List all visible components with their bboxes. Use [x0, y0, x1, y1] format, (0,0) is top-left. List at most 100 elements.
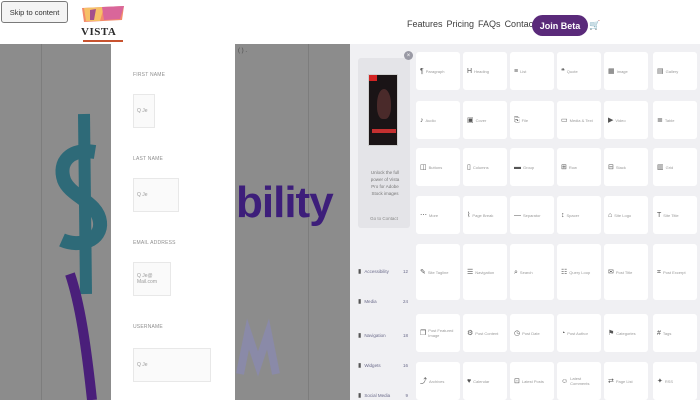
block-icon: ☰	[467, 268, 474, 276]
block-label: Spacer	[566, 212, 580, 218]
block-card[interactable]: ▶ Video	[604, 101, 648, 139]
block-card[interactable]: H Heading	[463, 52, 507, 90]
block-icon: ▯	[467, 163, 471, 171]
block-card[interactable]: ↕ Spacer	[557, 196, 601, 234]
block-card[interactable]: ▥ Grid	[653, 148, 697, 186]
category-count: 24	[402, 299, 408, 304]
block-label: Categories	[616, 330, 636, 336]
nav-contact[interactable]: Contact	[505, 19, 536, 29]
block-card[interactable]: ⇄ Page List	[604, 362, 648, 400]
block-label: Heading	[474, 68, 489, 74]
block-label: Search	[519, 269, 533, 275]
block-label: Post Title	[615, 269, 633, 275]
block-card[interactable]: ◫ Buttons	[416, 148, 460, 186]
background-caption: ( ) .	[238, 48, 247, 54]
page-root: { "header": { "skip_link": "Skip to cont…	[0, 0, 700, 400]
promo-text: Unlock the full power of Vista Pro for A…	[370, 170, 400, 196]
last-name-field[interactable]: Q Je	[133, 178, 179, 212]
block-card[interactable]: ⚑ Categories	[604, 314, 648, 352]
block-icon: ↕	[561, 211, 565, 219]
block-card[interactable]: ≡ List	[510, 52, 554, 90]
media-icon: ▮	[358, 299, 362, 305]
block-card[interactable]: — Separator	[510, 196, 554, 234]
block-label: Audio	[425, 117, 436, 123]
block-card[interactable]: ⌕ Search	[510, 244, 554, 300]
block-card[interactable]: ♥ Calendar	[463, 362, 507, 400]
block-card[interactable]: ◷ Post Date	[510, 314, 554, 352]
block-icon: ⤴	[420, 377, 427, 385]
block-card[interactable]: ☰ Navigation	[463, 244, 507, 300]
block-label: Paragraph	[425, 68, 445, 74]
block-card[interactable]: ⚙ Post Content	[463, 314, 507, 352]
block-card[interactable]: ▦ Image	[604, 52, 648, 90]
block-icon: ⊟	[608, 163, 614, 171]
nav-features[interactable]: Features	[407, 19, 443, 29]
category-label: Accessibility	[364, 269, 389, 274]
block-card[interactable]: ☺ Latest Comments	[557, 362, 601, 400]
signup-form: FIRST NAME Q Je LAST NAME Q Je EMAIL ADD…	[111, 44, 235, 400]
promo-link[interactable]: Go to Contact	[364, 216, 404, 221]
category-item[interactable]: ▮ Navigation 18	[358, 332, 408, 339]
block-card[interactable]: ⌂ Site Logo	[604, 196, 648, 234]
join-beta-button[interactable]: Join Beta	[532, 15, 588, 36]
block-card[interactable]: ▭ Media & Text	[557, 101, 601, 139]
block-label: Latest Posts	[521, 378, 544, 384]
block-card[interactable]: ◔ Post Author	[557, 314, 601, 352]
block-label: Archives	[429, 378, 445, 384]
block-card[interactable]: ⌗ Post Excerpt	[653, 244, 697, 300]
block-label: Gallery	[665, 68, 679, 74]
block-icon: ⎘	[514, 116, 520, 124]
block-card[interactable]: T Site Title	[653, 196, 697, 234]
block-card[interactable]: ✎ Site Tagline	[416, 244, 460, 300]
block-card[interactable]: ⊟ Stack	[604, 148, 648, 186]
block-icon: ◷	[514, 329, 521, 337]
block-card[interactable]: ⋯ More	[416, 196, 460, 234]
block-card[interactable]: ♪ Audio	[416, 101, 460, 139]
category-item[interactable]: ▮ Widgets 16	[358, 362, 408, 369]
vista-logo	[82, 6, 124, 42]
category-label: Media	[364, 299, 377, 304]
block-card[interactable]: ✦ RSS	[653, 362, 697, 400]
username-field[interactable]: Q Je	[133, 348, 211, 382]
close-icon[interactable]: ×	[404, 51, 413, 60]
block-card[interactable]: ⊡ Latest Posts	[510, 362, 554, 400]
category-item[interactable]: ▮ Accessibility 12	[358, 268, 408, 275]
block-card[interactable]: ▣ Cover	[463, 101, 507, 139]
promo-strip	[372, 129, 396, 133]
nav-faqs[interactable]: FAQs	[478, 19, 501, 29]
block-card[interactable]: ⎘ File	[510, 101, 554, 139]
block-card[interactable]: ✉ Post Title	[604, 244, 648, 300]
block-card[interactable]: ☷ Query Loop	[557, 244, 601, 300]
cart-icon[interactable]: 🛒	[589, 20, 600, 31]
block-card[interactable]: ▯ Columns	[463, 148, 507, 186]
block-icon: ⌂	[608, 211, 613, 219]
category-item[interactable]: ▮ Social Media 9	[358, 392, 408, 399]
category-count: 12	[402, 269, 408, 274]
block-icon: ✎	[420, 268, 426, 276]
block-card[interactable]: ❐ Post Featured Image	[416, 314, 460, 352]
skip-to-content-link[interactable]: Skip to content	[1, 1, 68, 23]
block-inserter-panel: Unlock the full power of Vista Pro for A…	[350, 44, 700, 400]
category-count: 16	[402, 363, 408, 368]
block-card[interactable]: # Tags	[653, 314, 697, 352]
category-item[interactable]: ▮ Media 24	[358, 298, 408, 305]
block-card[interactable]: ▬ Group	[510, 148, 554, 186]
block-card[interactable]: ⌇ Page Break	[463, 196, 507, 234]
block-card[interactable]: ▤ Gallery	[653, 52, 697, 90]
block-card[interactable]: ❝ Quote	[557, 52, 601, 90]
block-icon: H	[467, 67, 473, 75]
block-icon: ⌕	[514, 268, 518, 276]
first-name-field[interactable]: Q Je	[133, 94, 155, 128]
block-icon: ▭	[561, 116, 568, 124]
nav-pricing[interactable]: Pricing	[447, 19, 475, 29]
block-card[interactable]: ¶ Paragraph	[416, 52, 460, 90]
block-icon: ▬	[514, 163, 521, 171]
block-card[interactable]: ≣ Table	[653, 101, 697, 139]
block-label: Post Content	[475, 330, 499, 336]
block-label: Page List	[615, 378, 633, 384]
block-card[interactable]: ⊞ Row	[557, 148, 601, 186]
block-icon: ⌇	[467, 211, 471, 219]
block-icon: —	[514, 211, 521, 219]
email-field[interactable]: Q Je@ Mail.com	[133, 262, 171, 296]
block-card[interactable]: ⤴ Archives	[416, 362, 460, 400]
